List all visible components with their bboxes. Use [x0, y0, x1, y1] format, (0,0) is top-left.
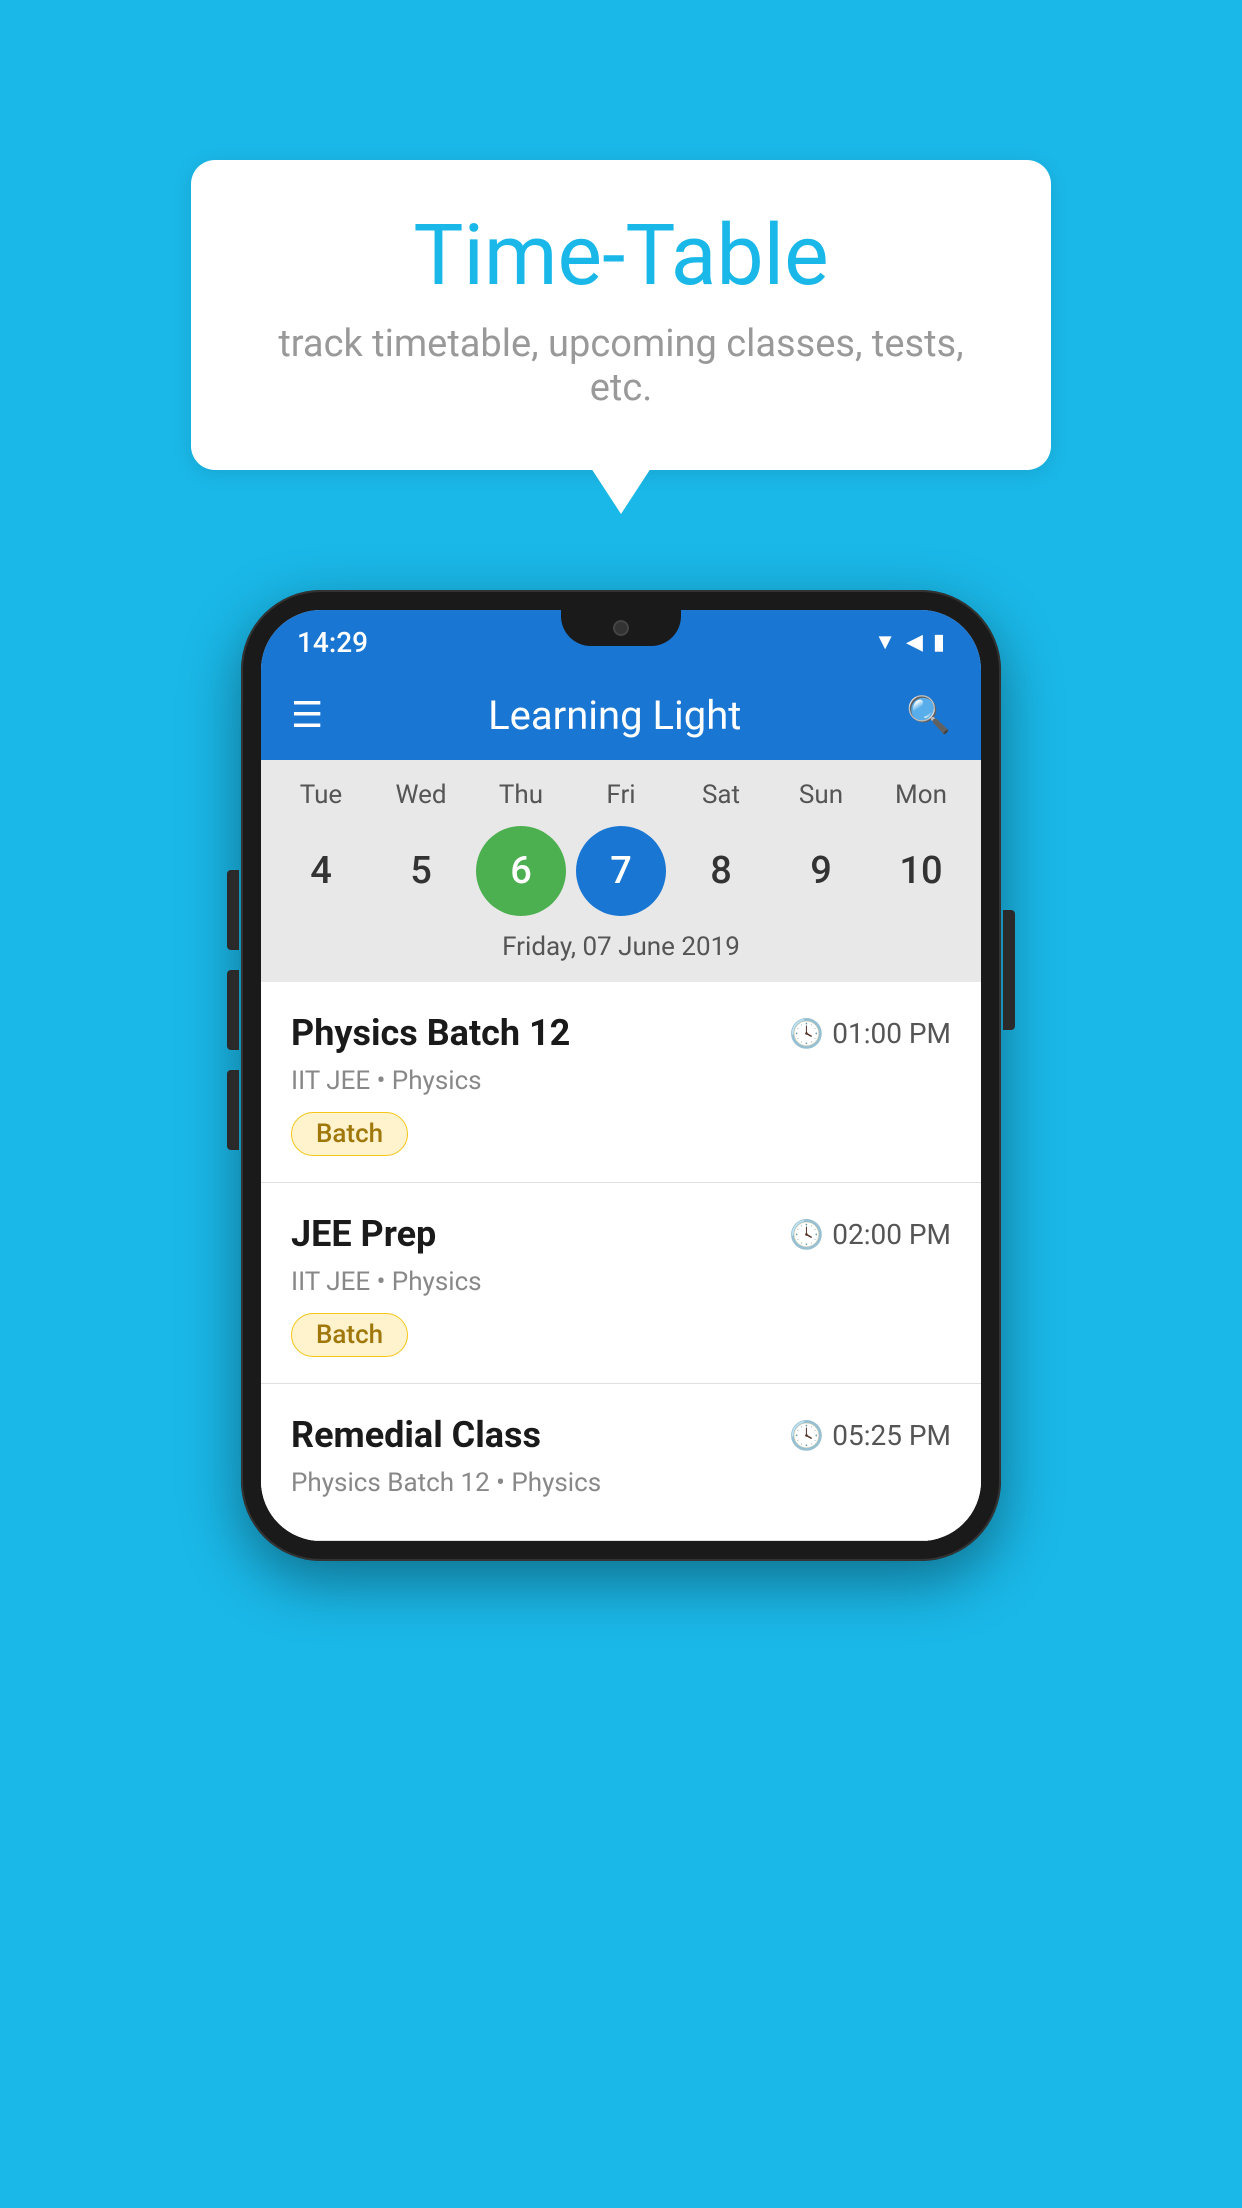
class-name-1: Physics Batch 12: [291, 1012, 570, 1054]
status-icons: ▼ ◀ ▮: [874, 629, 945, 655]
class-item-3[interactable]: Remedial Class 🕓 05:25 PM Physics Batch …: [261, 1384, 981, 1541]
date-4[interactable]: 4: [276, 826, 366, 916]
class-time-3: 🕓 05:25 PM: [789, 1419, 951, 1452]
weekday-sun: Sun: [776, 780, 866, 810]
class-name-3: Remedial Class: [291, 1414, 541, 1456]
class-item-header-3: Remedial Class 🕓 05:25 PM: [291, 1414, 951, 1456]
class-meta-2: IIT JEE • Physics: [291, 1267, 951, 1297]
clock-icon-1: 🕓: [789, 1017, 824, 1050]
date-7-selected[interactable]: 7: [576, 826, 666, 916]
class-time-1: 🕓 01:00 PM: [789, 1017, 951, 1050]
info-card: Time-Table track timetable, upcoming cla…: [191, 160, 1051, 470]
date-8[interactable]: 8: [676, 826, 766, 916]
class-item-1[interactable]: Physics Batch 12 🕓 01:00 PM IIT JEE • Ph…: [261, 982, 981, 1183]
class-list: Physics Batch 12 🕓 01:00 PM IIT JEE • Ph…: [261, 982, 981, 1541]
card-title: Time-Table: [271, 210, 971, 302]
selected-date-label: Friday, 07 June 2019: [271, 932, 971, 972]
wifi-icon: ▼: [874, 629, 896, 655]
class-time-label-1: 01:00 PM: [832, 1017, 951, 1050]
class-item-header-2: JEE Prep 🕓 02:00 PM: [291, 1213, 951, 1255]
class-meta-3: Physics Batch 12 • Physics: [291, 1468, 951, 1498]
calendar-section: Tue Wed Thu Fri Sat Sun Mon 4 5 6 7 8 9 …: [261, 760, 981, 982]
class-meta-1: IIT JEE • Physics: [291, 1066, 951, 1096]
camera: [613, 620, 629, 636]
date-5[interactable]: 5: [376, 826, 466, 916]
card-subtitle: track timetable, upcoming classes, tests…: [271, 322, 971, 410]
weekday-wed: Wed: [376, 780, 466, 810]
class-time-label-3: 05:25 PM: [832, 1419, 951, 1452]
phone-outer: 14:29 ▼ ◀ ▮ ☰ Learning Light 🔍 Tue Wed T…: [241, 590, 1001, 1561]
signal-icon: ◀: [906, 630, 923, 655]
dates-row: 4 5 6 7 8 9 10: [271, 826, 971, 916]
class-badge-1: Batch: [291, 1112, 408, 1156]
class-time-label-2: 02:00 PM: [832, 1218, 951, 1251]
class-time-2: 🕓 02:00 PM: [789, 1218, 951, 1251]
class-name-2: JEE Prep: [291, 1213, 436, 1255]
class-badge-2: Batch: [291, 1313, 408, 1357]
weekday-tue: Tue: [276, 780, 366, 810]
app-title: Learning Light: [347, 692, 882, 739]
date-10[interactable]: 10: [876, 826, 966, 916]
app-bar: ☰ Learning Light 🔍: [261, 670, 981, 760]
status-time: 14:29: [297, 626, 368, 659]
date-9[interactable]: 9: [776, 826, 866, 916]
weekdays-row: Tue Wed Thu Fri Sat Sun Mon: [271, 780, 971, 810]
clock-icon-2: 🕓: [789, 1218, 824, 1251]
search-icon[interactable]: 🔍: [906, 694, 951, 736]
class-item-2[interactable]: JEE Prep 🕓 02:00 PM IIT JEE • Physics Ba…: [261, 1183, 981, 1384]
date-6-today[interactable]: 6: [476, 826, 566, 916]
hamburger-icon[interactable]: ☰: [291, 697, 323, 733]
weekday-sat: Sat: [676, 780, 766, 810]
battery-icon: ▮: [933, 630, 945, 655]
weekday-thu: Thu: [476, 780, 566, 810]
phone-notch: [561, 610, 681, 646]
clock-icon-3: 🕓: [789, 1419, 824, 1452]
class-item-header-1: Physics Batch 12 🕓 01:00 PM: [291, 1012, 951, 1054]
phone-screen: 14:29 ▼ ◀ ▮ ☰ Learning Light 🔍 Tue Wed T…: [261, 610, 981, 1541]
weekday-fri: Fri: [576, 780, 666, 810]
weekday-mon: Mon: [876, 780, 966, 810]
phone-mockup: 14:29 ▼ ◀ ▮ ☰ Learning Light 🔍 Tue Wed T…: [241, 590, 1001, 1561]
